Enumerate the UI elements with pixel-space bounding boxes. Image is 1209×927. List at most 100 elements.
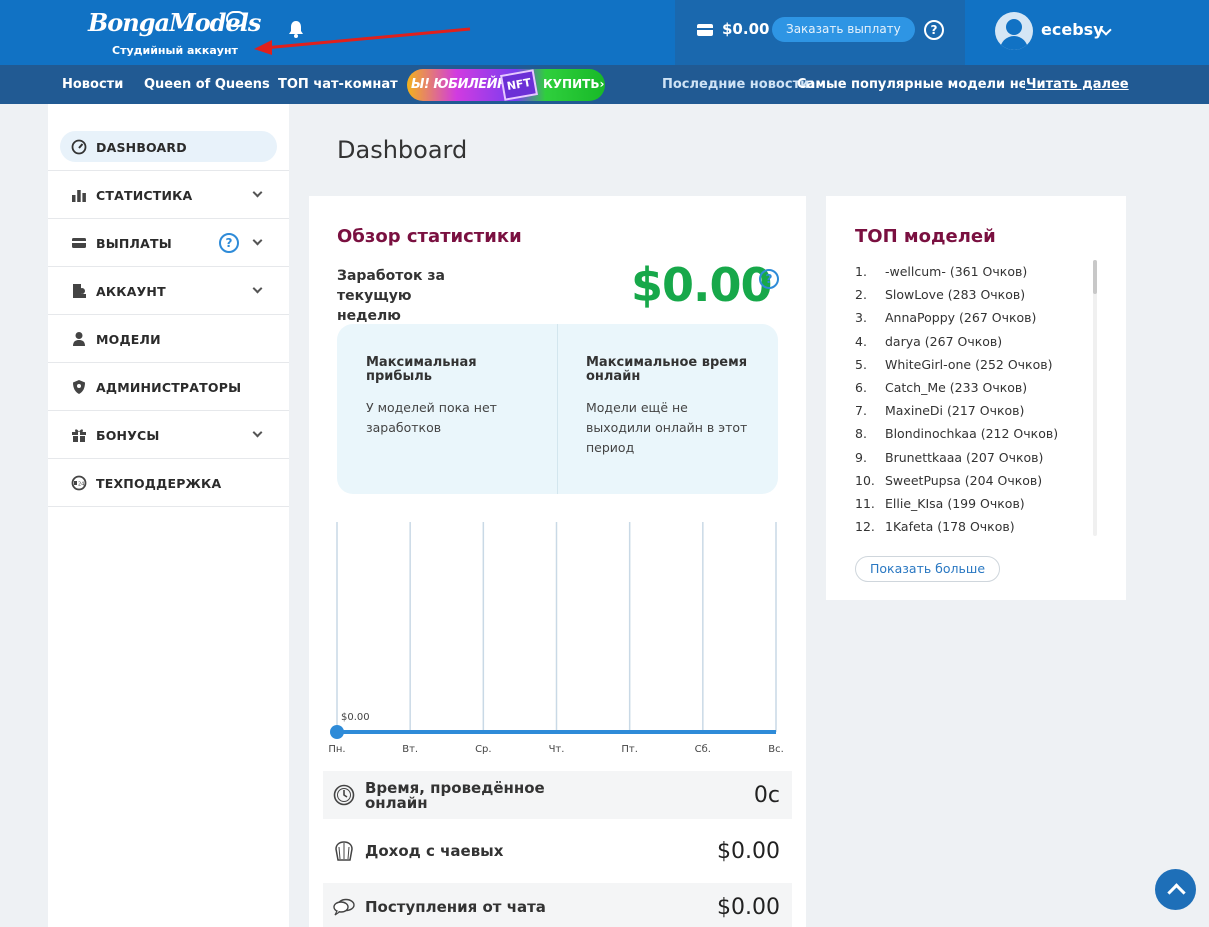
metric-value: 0с (753, 783, 780, 808)
model-name[interactable]: Ellie_KIsa (885, 496, 943, 511)
x-tick-label: Вт. (402, 744, 418, 755)
list-item[interactable]: 2. SlowLove (283 Очков) (855, 287, 1025, 302)
sidebar-item-label: АККАУНТ (96, 284, 166, 299)
sidebar-item-label: СТАТИСТИКА (96, 188, 193, 203)
help-icon[interactable]: ? (219, 233, 239, 253)
list-item[interactable]: 11. Ellie_KIsa (199 Очков) (855, 496, 1025, 511)
list-item[interactable]: 1. -wellcum- (361 Очков) (855, 264, 1027, 279)
top-bar: BongaModels Студийный аккаунт $0.00 Зака… (0, 0, 1209, 65)
model-rank: 5. (855, 356, 867, 372)
sidebar-item-administrators[interactable]: АДМИНИСТРАТОРЫ (48, 363, 289, 411)
logo-chat-bubble-icon (226, 11, 246, 27)
nft-promo-banner[interactable]: Ы! ЮБИЛЕЙНАЯ NFT КУПИТЬ› (407, 69, 605, 101)
chevron-down-icon[interactable] (252, 427, 263, 438)
list-item[interactable]: 3. AnnaPoppy (267 Очков) (855, 310, 1036, 325)
metric-value: $0.00 (717, 895, 780, 920)
read-more-link[interactable]: Читать далее (1026, 77, 1129, 92)
request-payout-button[interactable]: Заказать выплату (772, 17, 915, 42)
chevron-down-icon[interactable] (252, 187, 263, 198)
bar-chart-icon (72, 190, 86, 202)
metric-label: Время, проведённое онлайн (365, 779, 545, 812)
metric-value: $0.00 (717, 839, 780, 864)
x-tick-label: Пн. (328, 744, 345, 755)
model-rank: 8. (855, 426, 867, 442)
max-stats-box: Максимальная прибыль У моделей пока нет … (337, 324, 778, 494)
divider (557, 324, 558, 494)
model-name[interactable]: darya (885, 334, 921, 349)
avatar[interactable] (995, 12, 1033, 50)
nav-queen-of-queens[interactable]: Queen of Queens (144, 77, 270, 92)
model-rank: 6. (855, 380, 867, 395)
model-points: (252 Очков) (975, 356, 1053, 372)
metric-tips-income: Доход с чаевых $0.00 (323, 827, 792, 875)
statistics-title: Обзор статистики (337, 226, 522, 247)
list-item[interactable]: 8. Blondinochkaa (212 Очков) (855, 426, 1058, 441)
model-points: (199 Очков) (947, 496, 1025, 511)
chevron-down-icon[interactable] (252, 235, 263, 246)
model-name[interactable]: AnnaPoppy (885, 310, 955, 325)
model-name[interactable]: Blondinochkaa (885, 426, 977, 441)
model-name[interactable]: Catch_Me (885, 380, 946, 395)
scrollbar-thumb[interactable] (1093, 260, 1097, 294)
sidebar: DASHBOARD СТАТИСТИКА ВЫПЛАТЫ ? АККАУНТ М… (48, 104, 289, 927)
model-rank: 9. (855, 449, 867, 465)
model-points: (267 Очков) (924, 333, 1003, 349)
top-models-scrollbar[interactable] (1093, 260, 1097, 536)
model-name[interactable]: 1Kafeta (885, 519, 933, 534)
sidebar-item-label: БОНУСЫ (96, 428, 160, 443)
model-points: (361 Очков) (949, 264, 1028, 279)
show-more-button[interactable]: Показать больше (855, 556, 1001, 582)
model-rank: 10. (855, 472, 875, 488)
sidebar-item-models[interactable]: МОДЕЛИ (48, 315, 289, 363)
model-points: (283 Очков) (947, 287, 1026, 303)
model-rank: 11. (855, 496, 875, 511)
list-item[interactable]: 10. SweetPupsa (204 Очков) (855, 473, 1042, 488)
weekly-earnings-chart: $0.00 Пн. Вт. Ср. Чт. Пт. Сб. Вс. (328, 522, 784, 755)
model-name[interactable]: SweetPupsa (885, 473, 961, 488)
top-models-card: ТОП моделей 1. -wellcum- (361 Очков) 2. Slo… (826, 196, 1126, 600)
model-name[interactable]: WhiteGirl-one (885, 357, 971, 372)
promo-buy-label: КУПИТЬ› (543, 77, 605, 91)
list-item[interactable]: 5. WhiteGirl-one (252 Очков) (855, 357, 1052, 372)
model-points: (212 Очков) (980, 426, 1059, 442)
model-name[interactable]: SlowLove (885, 287, 944, 302)
model-name[interactable]: Brunettkaaa (885, 450, 962, 465)
annotation-arrow (254, 27, 471, 55)
list-item[interactable]: 4. darya (267 Очков) (855, 334, 1002, 349)
data-point[interactable] (330, 725, 344, 739)
sidebar-item-support[interactable]: 24 ТЕХПОДДЕРЖКА (48, 459, 289, 507)
scroll-to-top-button[interactable] (1155, 869, 1196, 910)
list-item[interactable]: 6. Catch_Me (233 Очков) (855, 380, 1027, 395)
latest-news-label: Последние новости: (662, 77, 815, 92)
list-item[interactable]: 9. Brunettkaaa (207 Очков) (855, 450, 1043, 465)
model-rank: 2. (855, 287, 867, 303)
sidebar-item-dashboard[interactable]: DASHBOARD (48, 123, 289, 171)
x-tick-label: Вс. (768, 744, 784, 755)
model-name[interactable]: -wellcum- (885, 264, 946, 279)
model-rank: 7. (855, 403, 867, 419)
x-tick-label: Сб. (695, 744, 711, 755)
sidebar-item-account[interactable]: АККАУНТ (48, 267, 289, 315)
model-rank: 4. (855, 333, 867, 349)
sidebar-item-bonuses[interactable]: БОНУСЫ (48, 411, 289, 459)
sidebar-item-payouts[interactable]: ВЫПЛАТЫ ? (48, 219, 289, 267)
bongamodels-logo[interactable]: BongaModels Студийный аккаунт (88, 8, 261, 60)
nav-top-chat-rooms[interactable]: ТОП чат-комнат (278, 77, 398, 92)
metric-chat-income: Поступления от чата $0.00 (323, 883, 792, 927)
list-item[interactable]: 12. 1Kafeta (178 Очков) (855, 519, 1015, 534)
bell-icon[interactable] (288, 20, 304, 38)
help-icon[interactable]: ? (759, 269, 779, 289)
latest-news-text: Самые популярные модели недели (797, 77, 1025, 92)
sidebar-item-statistics[interactable]: СТАТИСТИКА (48, 171, 289, 219)
model-points: (217 Очков) (947, 403, 1025, 419)
nav-news[interactable]: Новости (62, 77, 123, 92)
max-profit-title: Максимальная прибыль (366, 355, 477, 384)
tip-jar-icon (335, 841, 353, 861)
page-title: Dashboard (337, 136, 468, 164)
model-name[interactable]: MaxineDi (885, 403, 943, 418)
username[interactable]: ecebsy (1041, 20, 1104, 39)
list-item[interactable]: 7. MaxineDi (217 Очков) (855, 403, 1024, 418)
chevron-down-icon[interactable] (252, 283, 263, 294)
wallet-panel: $0.00 Заказать выплату ? (675, 0, 965, 65)
help-icon[interactable]: ? (924, 20, 944, 40)
